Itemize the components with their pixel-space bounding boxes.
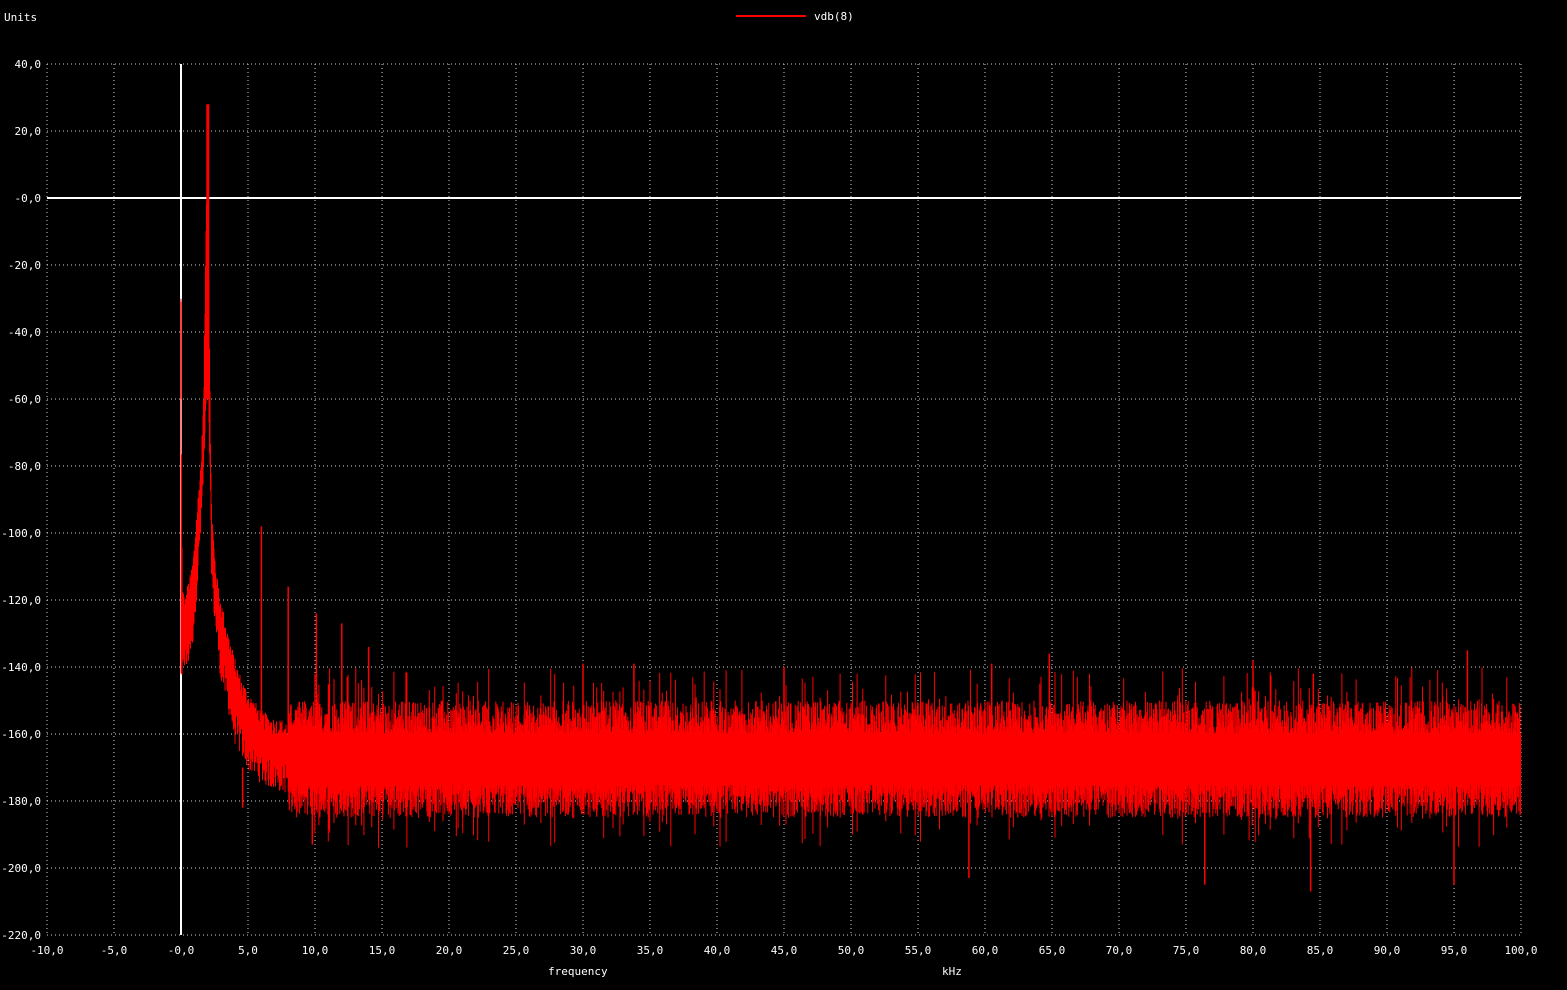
y-tick-label: -160,0	[1, 728, 41, 741]
y-tick-label: -200,0	[1, 862, 41, 875]
x-tick-label: 45,0	[771, 944, 798, 957]
y-tick-label: -180,0	[1, 795, 41, 808]
spectrum-plot: Units vdb(8) 40,0 20,0 -0,0 -20,0 -40,0 -60,0…	[1, 10, 1537, 978]
x-axis-unit: kHz	[942, 965, 962, 978]
x-tick-label: 50,0	[838, 944, 865, 957]
x-tick-label: 30,0	[570, 944, 597, 957]
x-tick-labels: -10,0 -5,0 -0,0 5,0 10,0 15,0 20,0 25,0 30,0 35,0…	[30, 944, 1537, 957]
x-tick-label: 65,0	[1039, 944, 1066, 957]
x-tick-label: 55,0	[905, 944, 932, 957]
x-tick-label: 10,0	[302, 944, 329, 957]
y-tick-label: -20,0	[8, 259, 41, 272]
x-tick-label: 35,0	[637, 944, 664, 957]
x-tick-label: -0,0	[168, 944, 195, 957]
y-tick-label: 40,0	[15, 58, 42, 71]
y-tick-labels: 40,0 20,0 -0,0 -20,0 -40,0 -60,0 -80,0 -100,0 -1…	[1, 58, 41, 942]
x-tick-label: -10,0	[30, 944, 63, 957]
x-tick-label: 5,0	[238, 944, 258, 957]
x-tick-label: 60,0	[972, 944, 999, 957]
y-tick-label: -0,0	[15, 192, 42, 205]
y-tick-label: -120,0	[1, 594, 41, 607]
units-label: Units	[4, 11, 37, 24]
x-tick-label: 70,0	[1106, 944, 1133, 957]
y-tick-label: 20,0	[15, 125, 42, 138]
x-axis-label: frequency	[548, 965, 608, 978]
x-tick-label: 20,0	[436, 944, 463, 957]
legend-label: vdb(8)	[814, 10, 854, 23]
x-tick-label: 90,0	[1374, 944, 1401, 957]
x-tick-label: 95,0	[1441, 944, 1468, 957]
x-tick-label: 40,0	[704, 944, 731, 957]
y-tick-label: -40,0	[8, 326, 41, 339]
x-tick-label: 75,0	[1173, 944, 1200, 957]
y-tick-label: -100,0	[1, 527, 41, 540]
y-tick-label: -220,0	[1, 929, 41, 942]
y-tick-label: -60,0	[8, 393, 41, 406]
x-tick-label: 85,0	[1307, 944, 1334, 957]
x-tick-label: 100,0	[1504, 944, 1537, 957]
legend: vdb(8)	[736, 10, 854, 23]
y-tick-label: -140,0	[1, 661, 41, 674]
series-vdb8-trace	[180, 104, 1522, 892]
x-tick-label: 80,0	[1240, 944, 1267, 957]
x-tick-label: 25,0	[503, 944, 530, 957]
x-tick-label: 15,0	[369, 944, 396, 957]
y-tick-label: -80,0	[8, 460, 41, 473]
x-tick-label: -5,0	[101, 944, 128, 957]
